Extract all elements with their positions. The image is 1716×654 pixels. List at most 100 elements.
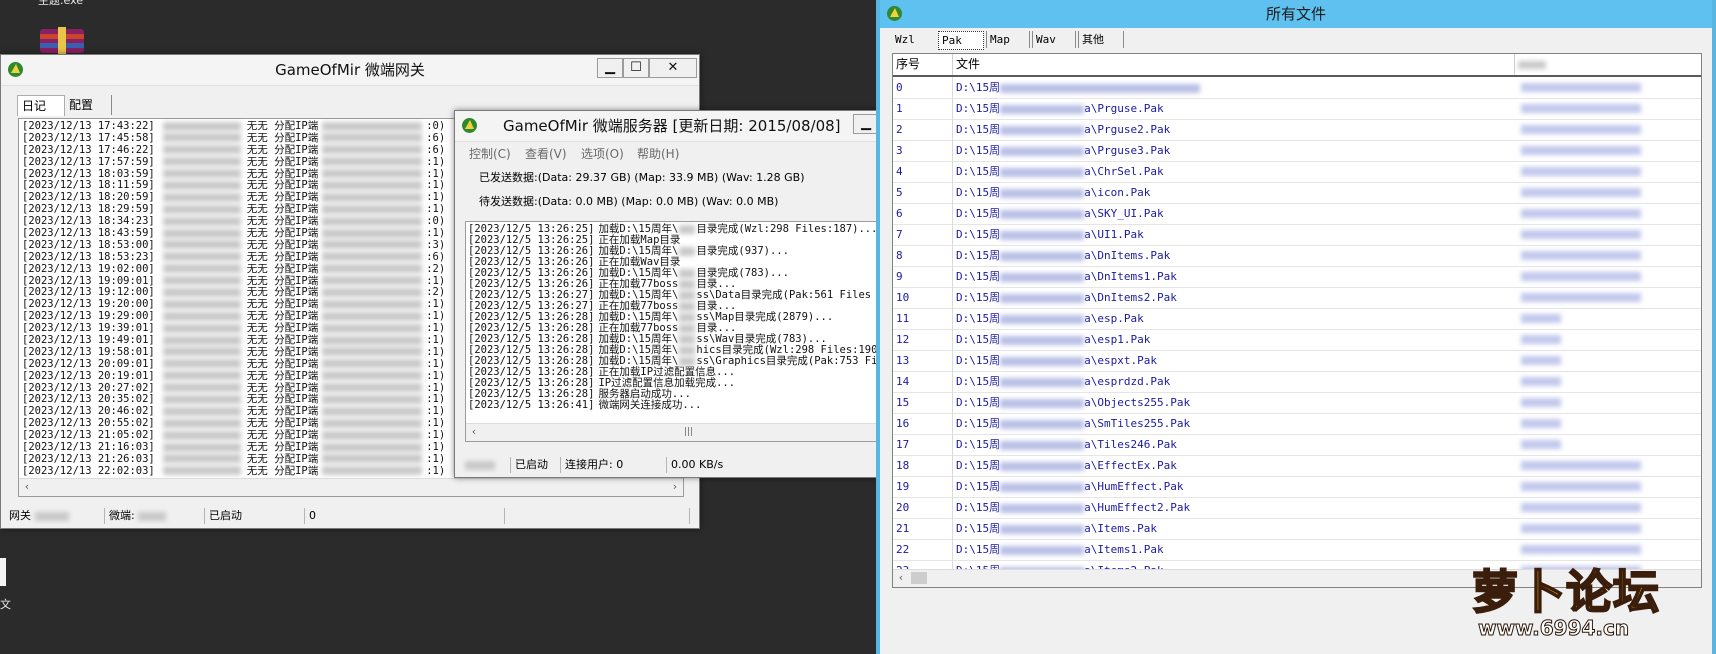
path-prefix: D:\15周: [956, 102, 1001, 115]
blurred-value: [162, 192, 241, 202]
blurred-value: [1000, 209, 1085, 219]
column-file[interactable]: 文件: [953, 54, 1515, 75]
scroll-right-icon[interactable]: ›: [667, 479, 683, 495]
log-message: 无无 分配IP端: [246, 120, 319, 132]
tab-map[interactable]: Map: [986, 31, 1030, 48]
log-time: [2023/12/13 17:45:58]: [22, 131, 155, 144]
files-table[interactable]: 序号 文件 0 D:\15周 1 D:\15周 a\Prguse.Pak 2 D:\15周 a…: [892, 53, 1702, 588]
table-row[interactable]: 0 D:\15周: [893, 77, 1701, 99]
watermark-url: www.6994.cn: [1477, 616, 1630, 641]
blurred-value: [322, 394, 423, 404]
log-tail: :1): [426, 334, 446, 347]
log-message: 无无 分配IP端: [246, 203, 319, 216]
tab-other[interactable]: 其他: [1078, 31, 1124, 48]
row-index: 0: [893, 77, 953, 98]
table-row[interactable]: 11 D:\15周 a\esp.Pak: [893, 308, 1701, 330]
tab-wav[interactable]: Wav: [1032, 31, 1076, 48]
blurred-value: [322, 240, 423, 250]
log-message: 无无 分配IP端: [246, 429, 319, 442]
column-blurred[interactable]: [1515, 54, 1701, 75]
row-index: 18: [893, 455, 953, 476]
row-index: 20: [893, 497, 953, 518]
blurred-value: [1521, 83, 1641, 92]
table-row[interactable]: 21 D:\15周 a\Items.Pak: [893, 518, 1701, 540]
table-row[interactable]: 2 D:\15周 a\Prguse2.Pak: [893, 119, 1701, 141]
row-file-path: D:\15周: [953, 77, 1473, 98]
scroll-left-icon[interactable]: ‹: [19, 479, 35, 495]
log-time: [2023/12/13 18:20:59]: [22, 191, 155, 204]
gateway-titlebar[interactable]: GameOfMir 微端网关 ▁ ☐ ✕: [1, 55, 699, 86]
tab-log[interactable]: 日记: [17, 95, 65, 116]
minimize-button[interactable]: ▁: [597, 58, 623, 78]
log-tail: :1): [426, 310, 446, 323]
log-tail: :1): [426, 167, 446, 180]
tab-pak[interactable]: Pak: [938, 31, 984, 50]
log-time: [2023/12/13 20:55:02]: [22, 417, 155, 430]
files-titlebar[interactable]: 所有文件: [880, 0, 1712, 28]
table-row[interactable]: 16 D:\15周 a\SmTiles255.Pak: [893, 413, 1701, 435]
table-row[interactable]: 12 D:\15周 a\esp1.Pak: [893, 329, 1701, 351]
blurred-value: [162, 418, 241, 428]
scroll-thumb-grip[interactable]: |||: [684, 424, 693, 440]
table-row[interactable]: 9 D:\15周 a\DnItems1.Pak: [893, 266, 1701, 288]
tab-config[interactable]: 配置: [65, 95, 112, 115]
log-time: [2023/12/13 21:16:03]: [22, 441, 155, 454]
table-row[interactable]: 1 D:\15周 a\Prguse.Pak: [893, 98, 1701, 120]
log-time: [2023/12/13 18:43:59]: [22, 227, 155, 240]
menu-help[interactable]: 帮助(H): [637, 145, 679, 162]
table-row[interactable]: 13 D:\15周 a\espxt.Pak: [893, 350, 1701, 372]
log-time: [2023/12/13 19:02:00]: [22, 262, 155, 275]
path-name: a\DnItems2.Pak: [1084, 291, 1177, 304]
blurred-value: [1000, 230, 1085, 240]
table-row[interactable]: 17 D:\15周 a\Tiles246.Pak: [893, 434, 1701, 456]
server-titlebar[interactable]: GameOfMir 微端服务器 [更新日期: 2015/08/08] ▁: [455, 111, 879, 142]
table-row[interactable]: 5 D:\15周 a\icon.Pak: [893, 182, 1701, 204]
blurred-value: [679, 312, 696, 322]
maximize-button[interactable]: ☐: [623, 58, 649, 78]
menu-view[interactable]: 查看(V): [525, 145, 567, 162]
winrar-icon[interactable]: [38, 26, 86, 56]
scroll-left-icon[interactable]: ‹: [466, 424, 482, 440]
table-row[interactable]: 15 D:\15周 a\Objects255.Pak: [893, 392, 1701, 414]
log-time: [2023/12/13 18:29:59]: [22, 203, 155, 216]
blurred-value: [322, 180, 423, 190]
row-index: 21: [893, 518, 953, 539]
blurred-value: [1521, 440, 1561, 449]
desktop-icon-partial[interactable]: [0, 558, 6, 586]
menu-options[interactable]: 选项(O): [581, 145, 624, 162]
table-row[interactable]: 6 D:\15周 a\SKY_UI.Pak: [893, 203, 1701, 225]
blurred-value: [679, 356, 696, 366]
log-tail: :2): [426, 286, 446, 299]
blurred-value: [1521, 272, 1641, 281]
gateway-hscrollbar[interactable]: ‹ ›: [19, 478, 683, 496]
log-tail: :1): [426, 381, 446, 394]
table-row[interactable]: 18 D:\15周 a\EffectEx.Pak: [893, 455, 1701, 477]
scroll-left-icon[interactable]: ‹: [893, 570, 909, 586]
table-row[interactable]: 19 D:\15周 a\HumEffect.Pak: [893, 476, 1701, 498]
server-log-panel[interactable]: [2023/12/5 13:26:25] 加载D:\15周年\ 目录完成(Wzl:2…: [465, 221, 883, 442]
scroll-thumb[interactable]: [911, 572, 927, 584]
blurred-value: [1000, 251, 1085, 261]
path-prefix: D:\15周: [956, 501, 1001, 514]
log-message: 微端网关连接成功...: [598, 399, 702, 411]
log-tail: :1): [426, 393, 446, 406]
table-row[interactable]: 20 D:\15周 a\HumEffect2.Pak: [893, 497, 1701, 519]
column-index[interactable]: 序号: [893, 54, 953, 75]
table-row[interactable]: 14 D:\15周 a\esprdzd.Pak: [893, 371, 1701, 393]
table-row[interactable]: 8 D:\15周 a\DnItems.Pak: [893, 245, 1701, 267]
log-message: 无无 分配IP端: [246, 405, 319, 418]
blurred-value: [322, 347, 423, 357]
table-row[interactable]: 3 D:\15周 a\Prguse3.Pak: [893, 140, 1701, 162]
path-prefix: D:\15周: [956, 417, 1001, 430]
close-button[interactable]: ✕: [649, 58, 697, 78]
blurred-value: [1000, 398, 1085, 408]
server-hscrollbar[interactable]: ‹ |||: [466, 423, 882, 441]
tab-wzl[interactable]: Wzl: [892, 31, 934, 48]
blurred-value: [1521, 188, 1641, 197]
table-row[interactable]: 4 D:\15周 a\ChrSel.Pak: [893, 161, 1701, 183]
blurred-value: [138, 511, 167, 521]
table-row[interactable]: 7 D:\15周 a\UI1.Pak: [893, 224, 1701, 246]
menu-control[interactable]: 控制(C): [469, 145, 511, 162]
table-row[interactable]: 10 D:\15周 a\DnItems2.Pak: [893, 287, 1701, 309]
blurred-value: [1521, 545, 1641, 554]
